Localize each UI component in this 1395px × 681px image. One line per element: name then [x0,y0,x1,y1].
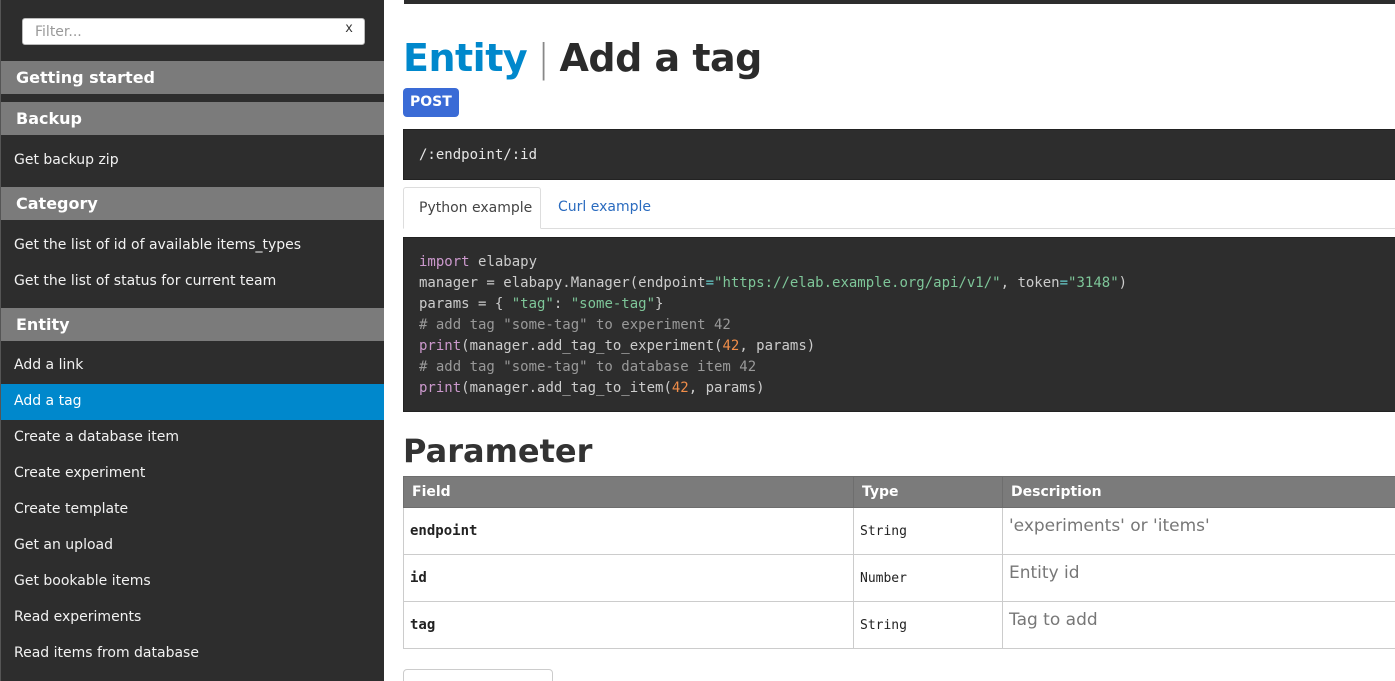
cell-description: Tag to add [1002,601,1395,649]
cell-field: id [403,554,854,602]
main-content: Entity | Add a tag POST /:endpoint/:id Pyt… [384,0,1395,681]
title-separator: | [537,36,550,80]
sidebar-item-create-database-item[interactable]: Create a database item [1,420,384,456]
cell-type: Number [853,554,1003,602]
cell-field: endpoint [403,507,854,555]
header-type: Type [853,476,1003,508]
code-line-7: print(manager.add_tag_to_item(42, params… [419,380,765,396]
cell-type: String [853,601,1003,649]
table-row: id Number Entity id [403,554,1395,602]
example-tabs: Python example Curl example [403,187,1395,229]
parameter-table: Field Type Description endpoint String '… [403,476,1395,649]
table-header-row: Field Type Description [403,476,1395,508]
code-example: import elabapy manager = elabapy.Manager(… [403,237,1395,412]
sidebar-item-add-link[interactable]: Add a link [1,348,384,384]
sidebar-item-add-tag[interactable]: Add a tag [1,384,384,420]
code-line-6: # add tag "some-tag" to database item 42 [419,359,757,375]
sidebar-item-create-template[interactable]: Create template [1,492,384,528]
sidebar-item-get-bookable-items[interactable]: Get bookable items [1,564,384,600]
nav-group-getting-started: Getting started [1,61,384,94]
sidebar-item-create-experiment[interactable]: Create experiment [1,456,384,492]
sidebar-item-status-list[interactable]: Get the list of status for current team [1,264,384,300]
nav-group-backup: Backup [1,102,384,135]
cell-field: tag [403,601,854,649]
filter-box: x [22,18,365,45]
filter-input[interactable] [22,18,365,45]
sidebar-item-items-types[interactable]: Get the list of id of available items_ty… [1,228,384,264]
sidebar: x Getting started Backup Get backup zip … [0,0,384,681]
cell-description: 'experiments' or 'items' [1002,507,1395,555]
clear-filter-icon[interactable]: x [345,21,353,36]
parameter-heading: Parameter [403,432,593,470]
nav-group-entity: Entity [1,308,384,341]
code-line-3: params = { "tag": "some-tag"} [419,296,664,312]
method-badge: POST [403,88,459,117]
header-description: Description [1002,476,1395,508]
tab-python-example[interactable]: Python example [403,187,541,229]
sidebar-item-get-backup-zip[interactable]: Get backup zip [1,143,384,179]
cell-type: String [853,507,1003,555]
table-row: tag String Tag to add [403,601,1395,649]
sidebar-item-read-items[interactable]: Read items from database [1,636,384,672]
page-title: Entity | Add a tag [403,36,762,80]
title-name: Add a tag [559,36,762,80]
code-line-4: # add tag "some-tag" to experiment 42 [419,317,731,333]
code-line-1: import elabapy [419,254,538,270]
cell-description: Entity id [1002,554,1395,602]
sidebar-item-read-experiments[interactable]: Read experiments [1,600,384,636]
sidebar-item-get-upload[interactable]: Get an upload [1,528,384,564]
top-divider [404,0,1395,4]
partial-button[interactable] [403,669,553,681]
endpoint-path: /:endpoint/:id [403,129,1395,180]
nav-group-category: Category [1,187,384,220]
table-row: endpoint String 'experiments' or 'items' [403,507,1395,555]
header-field: Field [403,476,854,508]
app-window: x Getting started Backup Get backup zip … [0,0,1395,681]
code-line-5: print(manager.add_tag_to_experiment(42, … [419,338,816,354]
tab-curl-example[interactable]: Curl example [543,187,666,229]
title-group: Entity [403,36,528,80]
code-line-2: manager = elabapy.Manager(endpoint="http… [419,275,1128,291]
